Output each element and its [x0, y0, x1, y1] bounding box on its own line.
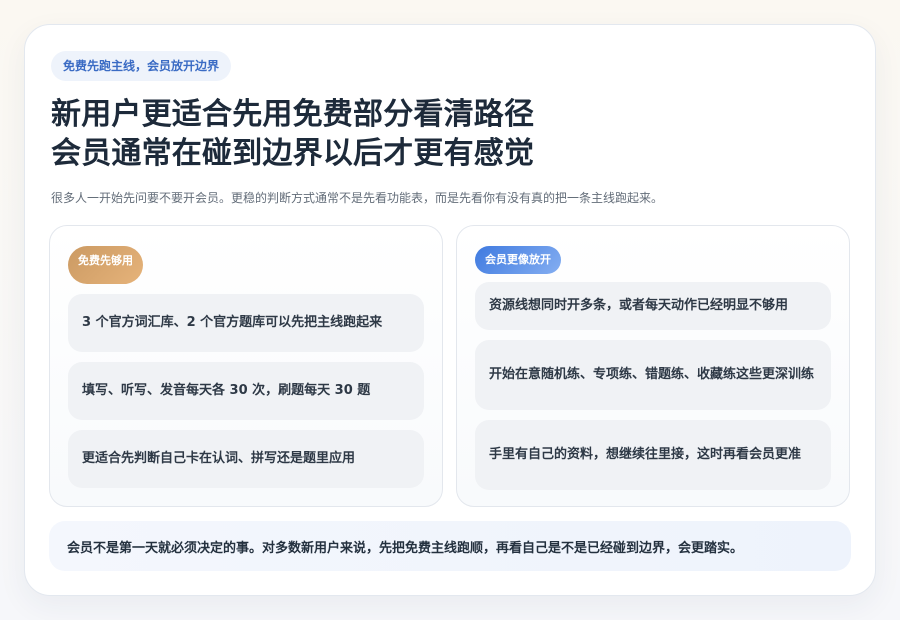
page-title-line-1: 新用户更适合先用免费部分看清路径: [51, 97, 535, 132]
page-title: 新用户更适合先用免费部分看清路径 会员通常在碰到边界以后才更有感觉: [51, 95, 534, 173]
page-subtitle: 很多人一开始先问要不要开会员。更稳的判断方式通常不是先看功能表，而是先看你有没有…: [51, 191, 664, 205]
free-tag: 免费先够用: [68, 246, 143, 284]
headline-badge: 免费先跑主线，会员放开边界: [51, 51, 232, 81]
free-feature-item: 更适合先判断自己卡在认词、拼写还是题里应用: [68, 430, 424, 488]
member-feature-item: 手里有自己的资料，想继续往里接，这时再看会员更准: [475, 420, 831, 490]
free-feature-item: 填写、听写、发音每天各 30 次，刷题每天 30 题: [68, 362, 424, 420]
member-tag: 会员更像放开: [475, 246, 561, 274]
summary-note: 会员不是第一天就必须决定的事。对多数新用户来说，先把免费主线跑顺，再看自己是不是…: [49, 521, 851, 571]
free-feature-text: 填写、听写、发音每天各 30 次，刷题每天 30 题: [82, 383, 371, 398]
page-title-line-2: 会员通常在碰到边界以后才更有感觉: [51, 136, 535, 171]
member-feature-text: 资源线想同时开多条，或者每天动作已经明显不够用: [489, 298, 789, 313]
member-feature-text: 手里有自己的资料，想继续往里接，这时再看会员更准: [489, 447, 802, 462]
content-card: 免费先跑主线，会员放开边界 新用户更适合先用免费部分看清路径 会员通常在碰到边界…: [24, 24, 876, 596]
free-feature-item: 3 个官方词汇库、2 个官方题库可以先把主线跑起来: [68, 294, 424, 352]
free-feature-text: 更适合先判断自己卡在认词、拼写还是题里应用: [82, 451, 356, 466]
member-feature-item: 开始在意随机练、专项练、错题练、收藏练这些更深训练: [475, 340, 831, 410]
free-panel: 免费先够用 3 个官方词汇库、2 个官方题库可以先把主线跑起来 填写、听写、发音…: [49, 225, 443, 507]
member-feature-text: 开始在意随机练、专项练、错题练、收藏练这些更深训练: [489, 367, 815, 382]
free-feature-text: 3 个官方词汇库、2 个官方题库可以先把主线跑起来: [82, 315, 383, 330]
summary-text: 会员不是第一天就必须决定的事。对多数新用户来说，先把免费主线跑顺，再看自己是不是…: [67, 540, 744, 556]
member-panel: 会员更像放开 资源线想同时开多条，或者每天动作已经明显不够用 开始在意随机练、专…: [456, 225, 850, 507]
member-feature-item: 资源线想同时开多条，或者每天动作已经明显不够用: [475, 282, 831, 330]
